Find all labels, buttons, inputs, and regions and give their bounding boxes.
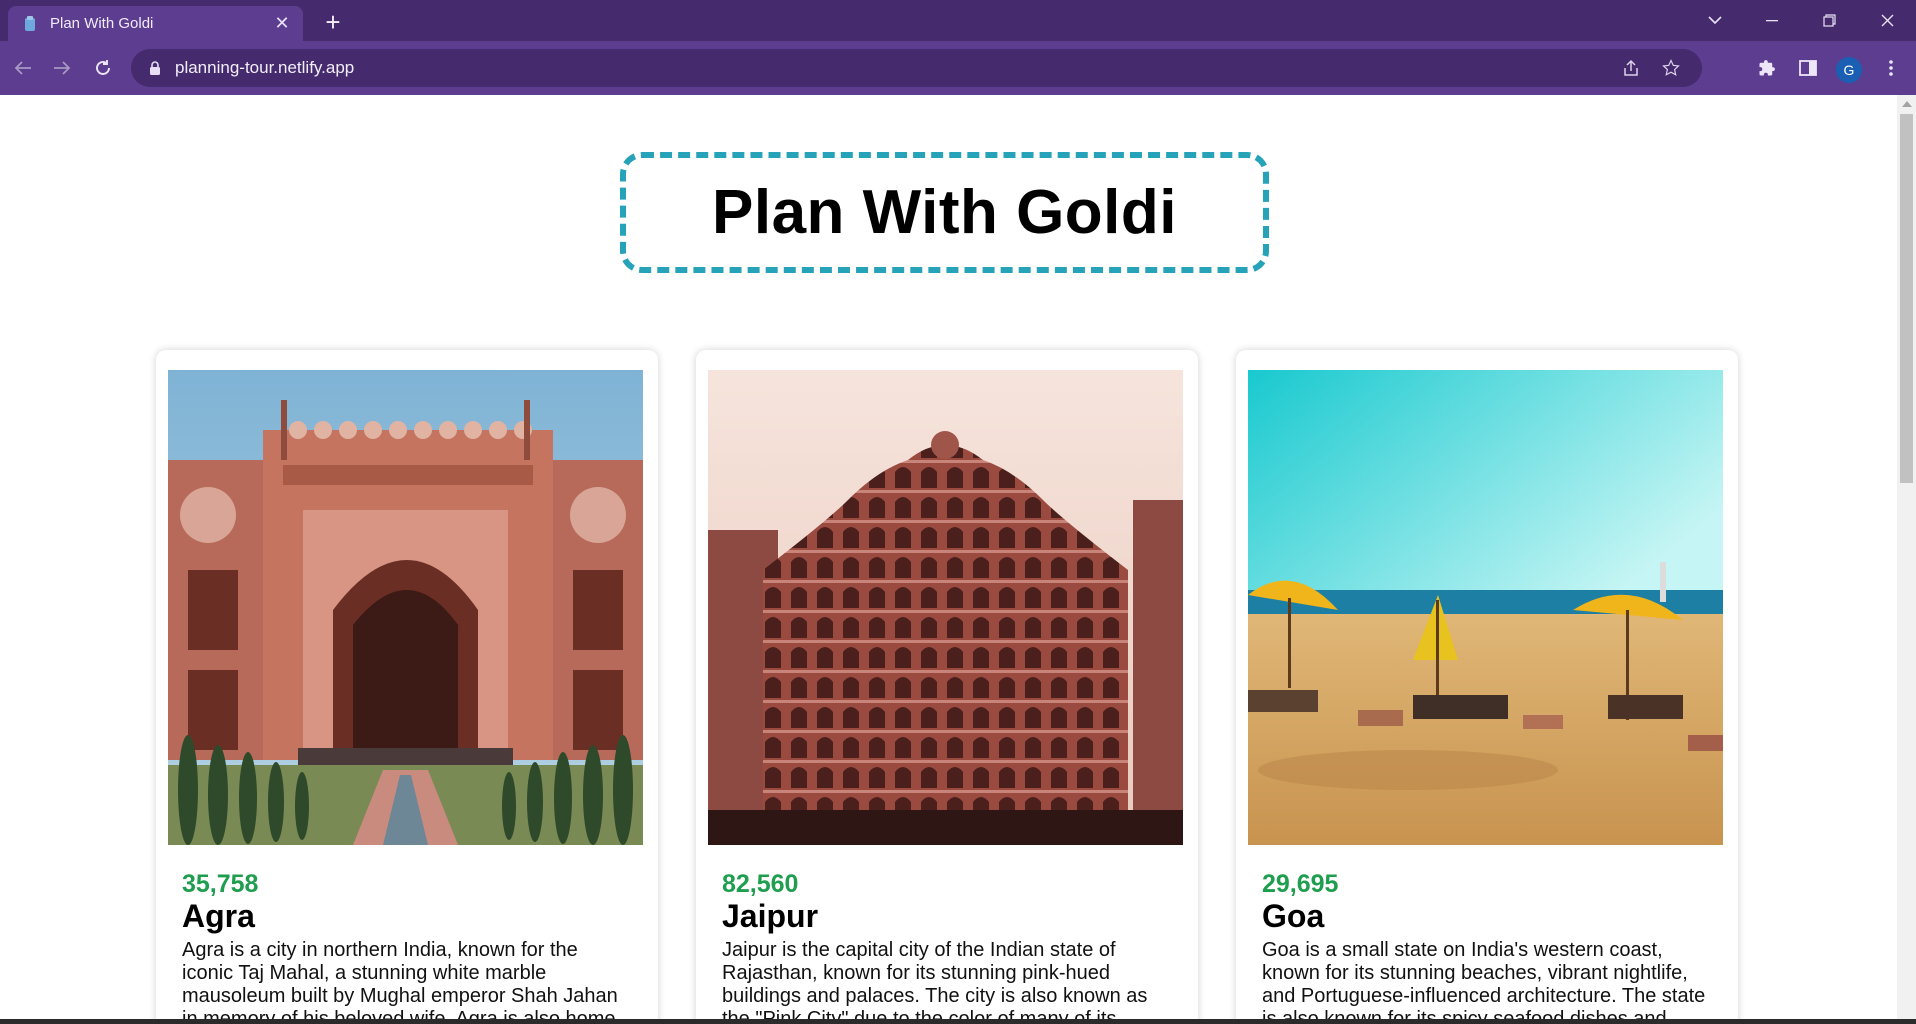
- vertical-scrollbar[interactable]: [1897, 95, 1916, 1024]
- tab-search-icon[interactable]: [1692, 0, 1738, 41]
- scrollbar-thumb[interactable]: [1900, 114, 1913, 483]
- lock-icon[interactable]: [147, 60, 163, 76]
- taj-mahal-gate-photo: [168, 370, 643, 845]
- tab-strip: Plan With Goldi ✕ +: [0, 0, 1916, 41]
- page-title: Plan With Goldi: [711, 178, 1178, 247]
- bookmark-star-icon[interactable]: [1656, 53, 1686, 83]
- profile-avatar[interactable]: G: [1836, 57, 1862, 83]
- forward-button[interactable]: [45, 51, 79, 85]
- extensions-icon[interactable]: [1752, 53, 1782, 83]
- tour-price: 29,695: [1262, 870, 1339, 898]
- tab-title: Plan With Goldi: [50, 15, 154, 32]
- new-tab-button[interactable]: +: [318, 9, 348, 35]
- page-favicon-icon: [22, 15, 38, 32]
- tour-card: 35,758 Agra Agra is a city in northern I…: [156, 350, 658, 1024]
- tour-description: Jaipur is the capital city of the Indian…: [722, 939, 1148, 1024]
- menu-kebab-icon[interactable]: [1876, 53, 1906, 83]
- scroll-up-arrow-icon[interactable]: [1902, 101, 1912, 107]
- tour-description: Agra is a city in northern India, known …: [182, 939, 618, 1024]
- tour-name: Agra: [182, 898, 255, 934]
- tour-description: Goa is a small state on India's western …: [1262, 939, 1706, 1024]
- side-panel-icon[interactable]: [1793, 53, 1823, 83]
- browser-toolbar: planning-tour.netlify.app: [0, 41, 1916, 95]
- page-viewport: Plan With Goldi 35,758 Agra Agra is a ci…: [0, 95, 1897, 1024]
- goa-beach-photo: [1248, 370, 1723, 845]
- tour-price: 35,758: [182, 870, 259, 898]
- url-text[interactable]: planning-tour.netlify.app: [175, 58, 1606, 78]
- browser-tab[interactable]: Plan With Goldi ✕: [8, 6, 303, 41]
- tour-price: 82,560: [722, 870, 799, 898]
- tour-card: 29,695 Goa Goa is a small state on India…: [1236, 350, 1738, 1024]
- share-icon[interactable]: [1616, 53, 1646, 83]
- tour-name: Jaipur: [722, 898, 819, 934]
- back-button[interactable]: [6, 51, 40, 85]
- hawa-mahal-photo: [708, 370, 1183, 845]
- tab-close-icon[interactable]: ✕: [271, 13, 293, 35]
- tour-name: Goa: [1262, 898, 1325, 934]
- minimize-button[interactable]: [1749, 0, 1795, 41]
- taskbar-edge: [0, 1019, 1916, 1024]
- page-title-box: Plan With Goldi: [620, 152, 1269, 273]
- tour-card: 82,560 Jaipur Jaipur is the capital city…: [696, 350, 1198, 1024]
- restore-button[interactable]: [1806, 0, 1852, 41]
- address-bar[interactable]: planning-tour.netlify.app: [131, 49, 1702, 87]
- close-window-button[interactable]: [1864, 0, 1910, 41]
- reload-button[interactable]: [86, 51, 120, 85]
